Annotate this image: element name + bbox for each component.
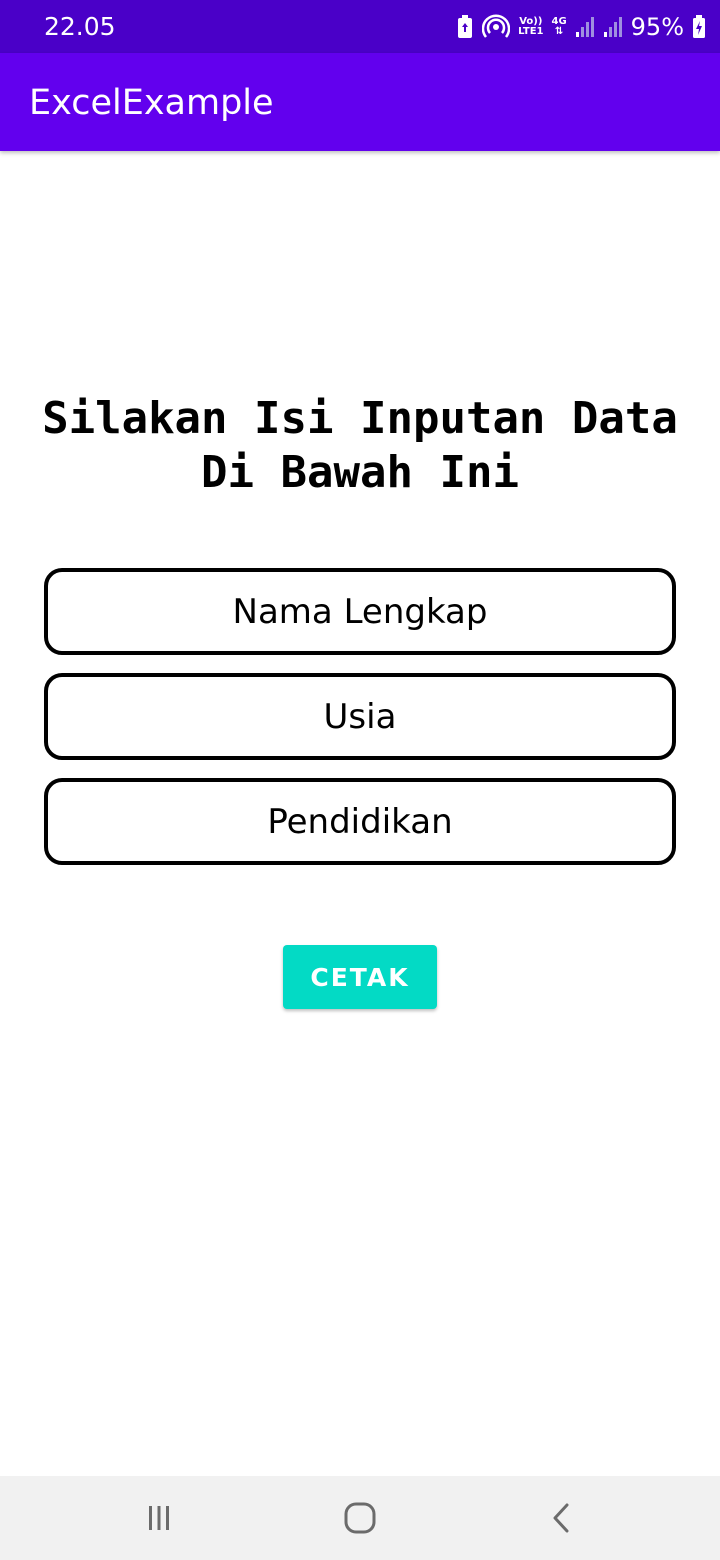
battery-saver-icon xyxy=(456,15,474,39)
pendidikan-input[interactable] xyxy=(48,782,672,861)
recent-apps-icon[interactable] xyxy=(137,1496,181,1540)
hotspot-icon xyxy=(482,13,511,41)
status-icons: Vo)) LTE1 4G ⇅ 95% xyxy=(456,10,706,44)
form-heading: Silakan Isi Inputan Data Di Bawah Ini xyxy=(42,393,678,498)
pendidikan-field-container xyxy=(44,778,676,865)
status-bar: 22.05 Vo)) LTE1 4G ⇅ 95% xyxy=(0,0,720,53)
home-icon[interactable] xyxy=(338,1496,382,1540)
usia-input[interactable] xyxy=(48,677,672,756)
status-time: 22.05 xyxy=(44,12,116,41)
back-icon[interactable] xyxy=(540,1496,584,1540)
cetak-button[interactable]: CETAK xyxy=(283,945,437,1009)
nama-lengkap-input[interactable] xyxy=(48,572,672,651)
battery-percent: 95% xyxy=(630,13,684,41)
nama-lengkap-field-container xyxy=(44,568,676,655)
signal-sim1-icon xyxy=(575,16,595,38)
lte-label: LTE1 xyxy=(518,26,544,37)
usia-field-container xyxy=(44,673,676,760)
signal-sim2-icon xyxy=(603,16,623,38)
app-title: ExcelExample xyxy=(29,83,274,123)
volte-icon: Vo)) LTE1 xyxy=(518,17,543,37)
navigation-bar xyxy=(0,1476,720,1560)
battery-charging-icon xyxy=(692,15,706,39)
data-arrows-icon: ⇅ xyxy=(554,26,564,37)
4g-data-icon: 4G ⇅ xyxy=(551,17,566,37)
app-bar: ExcelExample xyxy=(0,53,720,151)
screen: 22.05 Vo)) LTE1 4G ⇅ 95% ExcelExample Si… xyxy=(0,0,720,1560)
